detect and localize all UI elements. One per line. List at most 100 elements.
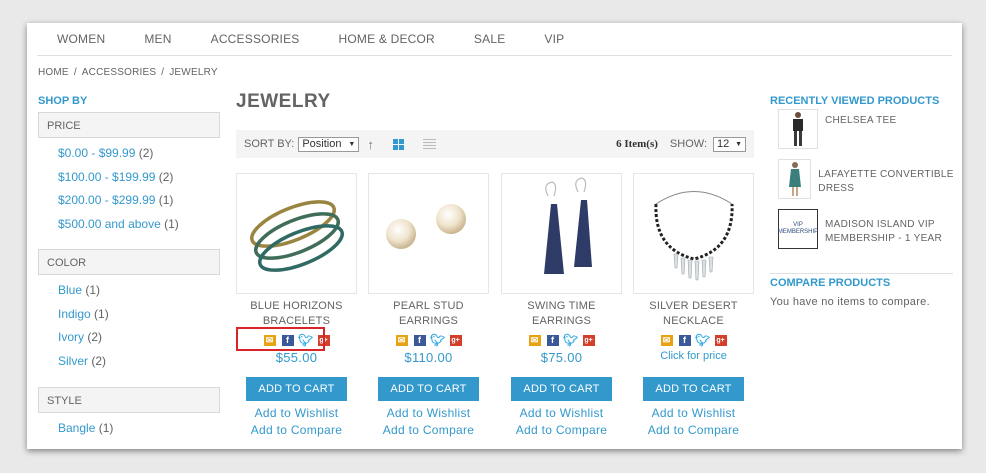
recently-viewed-thumbnail[interactable] xyxy=(778,159,812,199)
add-to-wishlist-link[interactable]: Add to Wishlist xyxy=(236,406,357,420)
facet-option-count: (2) xyxy=(87,330,103,344)
add-to-cart-button[interactable]: ADD TO CART xyxy=(643,377,744,401)
product-name[interactable]: SWING TIME EARRINGS xyxy=(501,299,622,329)
facet-option-link[interactable]: $500.00 and above xyxy=(58,217,161,231)
facet-option-count: (1) xyxy=(158,193,174,207)
nav-vip[interactable]: VIP xyxy=(544,32,564,46)
add-to-wishlist-link[interactable]: Add to Wishlist xyxy=(368,406,489,420)
breadcrumb-separator: / xyxy=(73,67,77,78)
email-share-icon[interactable]: ✉ xyxy=(528,334,541,346)
recently-viewed-name[interactable]: CHELSEA TEE xyxy=(825,109,896,128)
breadcrumb-current: JEWELRY xyxy=(169,67,218,78)
facet-option-link[interactable]: $100.00 - $199.99 xyxy=(58,170,155,184)
add-to-compare-link[interactable]: Add to Compare xyxy=(501,423,622,437)
facet-color: COLOR Blue (1) Indigo (1) Ivory (2) Silv… xyxy=(38,249,220,377)
facet-option-link[interactable]: $0.00 - $99.99 xyxy=(58,146,135,160)
facet-style-options: Bangle (1) xyxy=(38,413,220,445)
recently-viewed-thumbnail[interactable]: VIP MEMBERSHIP xyxy=(778,209,818,249)
recently-viewed-name[interactable]: MADISON ISLAND VIP MEMBERSHIP - 1 YEAR xyxy=(825,209,945,246)
nav-women[interactable]: WOMEN xyxy=(57,32,105,46)
sort-direction-icon[interactable]: ↑ xyxy=(367,137,374,152)
compare-products-title: COMPARE PRODUCTS xyxy=(770,277,891,289)
product-image[interactable] xyxy=(236,173,357,294)
email-share-icon[interactable]: ✉ xyxy=(660,334,673,346)
product-name[interactable]: PEARL STUD EARRINGS xyxy=(368,299,489,329)
recently-viewed-thumbnail[interactable] xyxy=(778,109,818,149)
facet-option-count: (1) xyxy=(85,283,101,297)
add-to-cart-button[interactable]: ADD TO CART xyxy=(246,377,347,401)
facebook-share-icon[interactable]: f xyxy=(546,334,559,346)
shop-by-title: SHOP BY xyxy=(38,95,88,107)
facet-option-link[interactable]: Blue xyxy=(58,283,82,297)
product-price: $75.00 xyxy=(540,350,583,365)
share-icons: ✉ f 🐦︎ g+ xyxy=(368,333,489,347)
recently-viewed-item[interactable]: CHELSEA TEE xyxy=(778,109,896,149)
email-share-icon[interactable]: ✉ xyxy=(395,334,408,346)
limit-select[interactable]: 12 ▼ xyxy=(713,136,746,152)
dropdown-arrow-icon: ▼ xyxy=(735,140,742,148)
facet-option: $500.00 and above (1) xyxy=(58,217,220,241)
facet-option-link[interactable]: Silver xyxy=(58,354,88,368)
breadcrumb-accessories[interactable]: ACCESSORIES xyxy=(82,67,156,78)
facet-option-link[interactable]: $200.00 - $299.99 xyxy=(58,193,155,207)
facet-price: PRICE $0.00 - $99.99 (2) $100.00 - $199.… xyxy=(38,112,220,240)
google-plus-share-icon[interactable]: g+ xyxy=(582,334,595,346)
list-view-icon[interactable] xyxy=(422,138,436,150)
google-plus-share-icon[interactable]: g+ xyxy=(714,334,727,346)
twitter-share-icon[interactable]: 🐦︎ xyxy=(563,333,578,347)
click-for-price-link[interactable]: Click for price xyxy=(633,350,754,368)
recently-viewed-item[interactable]: VIP MEMBERSHIP MADISON ISLAND VIP MEMBER… xyxy=(778,209,945,249)
facet-color-options: Blue (1) Indigo (1) Ivory (2) Silver (2) xyxy=(38,275,220,377)
product-image[interactable] xyxy=(501,173,622,294)
product-card: SWING TIME EARRINGS ✉ f 🐦︎ g+ $75.00 ADD… xyxy=(501,173,622,437)
product-name[interactable]: BLUE HORIZONS BRACELETS xyxy=(236,299,357,329)
facet-option: Ivory (2) xyxy=(58,330,220,354)
limit-select-value: 12 xyxy=(717,138,730,150)
product-price: $55.00 xyxy=(275,350,318,365)
google-plus-share-icon[interactable]: g+ xyxy=(449,334,462,346)
share-icons: ✉ f 🐦︎ g+ xyxy=(501,333,622,347)
add-to-wishlist-link[interactable]: Add to Wishlist xyxy=(501,406,622,420)
product-name[interactable]: SILVER DESERT NECKLACE xyxy=(633,299,754,329)
product-image[interactable] xyxy=(368,173,489,294)
drop-earrings-image xyxy=(544,177,592,274)
dress-model-image xyxy=(788,162,801,196)
facet-option: $100.00 - $199.99 (2) xyxy=(58,170,220,194)
breadcrumb-home[interactable]: HOME xyxy=(38,67,69,78)
nav-home-decor[interactable]: HOME & DECOR xyxy=(339,32,435,46)
facebook-share-icon[interactable]: f xyxy=(678,334,691,346)
items-count: 6 Item(s) xyxy=(616,138,658,150)
nav-men[interactable]: MEN xyxy=(144,32,171,46)
compare-empty-text: You have no items to compare. xyxy=(770,296,930,308)
add-to-compare-link[interactable]: Add to Compare xyxy=(236,423,357,437)
add-to-wishlist-link[interactable]: Add to Wishlist xyxy=(633,406,754,420)
recently-viewed-name[interactable]: LAFAYETTE CONVERTIBLE DRESS xyxy=(818,159,962,196)
breadcrumb-separator: / xyxy=(161,67,165,78)
nav-sale[interactable]: SALE xyxy=(474,32,506,46)
facebook-share-icon[interactable]: f xyxy=(413,334,426,346)
facet-option-link[interactable]: Ivory xyxy=(58,330,84,344)
twitter-share-icon[interactable]: 🐦︎ xyxy=(430,333,445,347)
facet-option-count: (2) xyxy=(91,353,107,368)
add-to-compare-link[interactable]: Add to Compare xyxy=(368,423,489,437)
facet-option-count: (1) xyxy=(98,421,114,435)
sort-select[interactable]: Position ▼ xyxy=(298,136,360,152)
recently-viewed-item[interactable]: LAFAYETTE CONVERTIBLE DRESS xyxy=(778,159,962,199)
facet-option-link[interactable]: Bangle xyxy=(58,421,95,435)
add-to-cart-button[interactable]: ADD TO CART xyxy=(378,377,479,401)
product-image[interactable] xyxy=(633,173,754,294)
show-label: SHOW: xyxy=(669,138,707,150)
facet-option-link[interactable]: Indigo xyxy=(58,307,91,321)
product-price: $110.00 xyxy=(404,350,453,365)
facet-style: STYLE Bangle (1) xyxy=(38,387,220,445)
grid-view-icon[interactable] xyxy=(392,138,404,150)
facet-price-header: PRICE xyxy=(38,112,220,138)
share-icons: ✉ f 🐦︎ g+ xyxy=(633,333,754,347)
nav-accessories[interactable]: ACCESSORIES xyxy=(211,32,300,46)
twitter-share-icon[interactable]: 🐦︎ xyxy=(695,333,710,347)
facet-option-count: (1) xyxy=(94,306,109,321)
facet-option: Silver (2) xyxy=(58,354,220,378)
add-to-cart-button[interactable]: ADD TO CART xyxy=(511,377,612,401)
add-to-compare-link[interactable]: Add to Compare xyxy=(633,423,754,437)
facet-option-count: (2) xyxy=(138,146,154,160)
